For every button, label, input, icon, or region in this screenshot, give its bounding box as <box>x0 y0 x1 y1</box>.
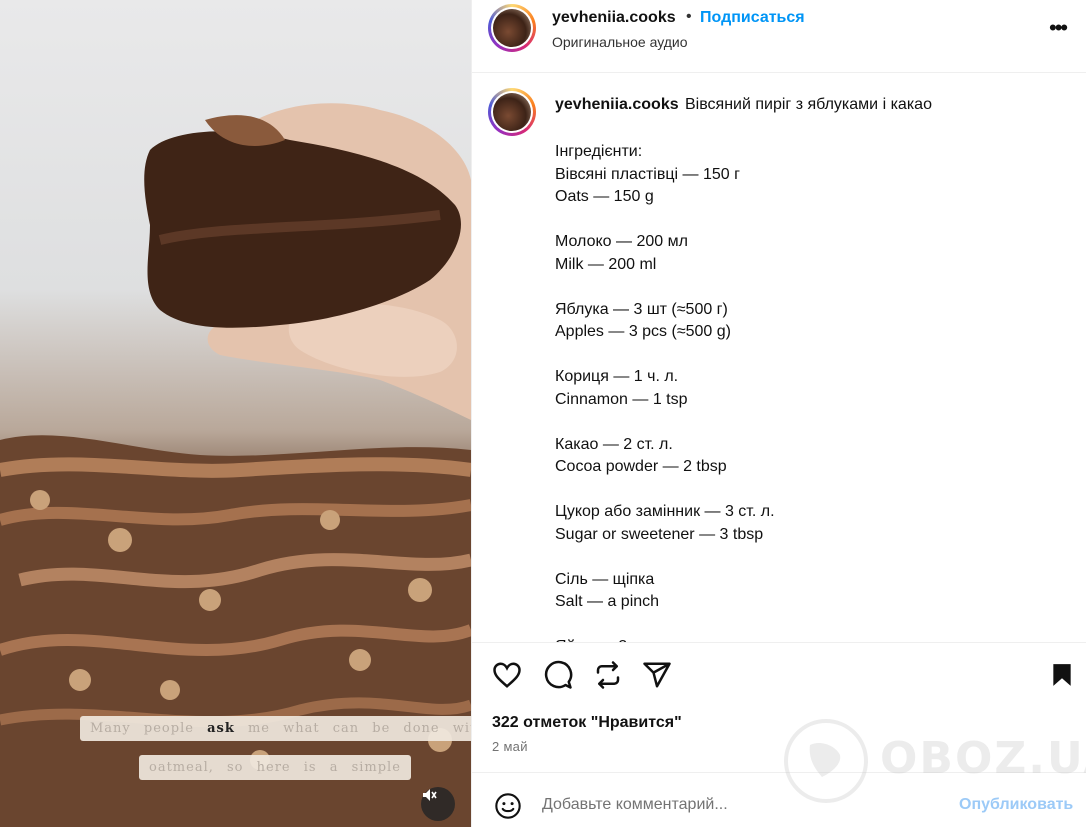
subtitle-text: oatmeal, so here is a simple <box>149 760 401 775</box>
speaker-muted-icon <box>423 789 437 801</box>
caption-body: Інгредієнти: Вівсяні пластівці — 150 г Oat… <box>555 141 1015 642</box>
share-send-icon[interactable] <box>642 660 672 690</box>
comment-bubble-icon[interactable] <box>543 660 573 690</box>
caption-username[interactable]: yevheniia.cooks <box>555 96 679 114</box>
caption-line: Oats — 150 g <box>555 188 654 205</box>
caption-comment: yevheniia.cooks Вівсяний пиріг з яблукам… <box>472 74 1086 642</box>
caption-line: Salt — a pinch <box>555 593 660 610</box>
follow-button[interactable]: Подписаться <box>700 9 805 27</box>
post-date[interactable]: 2 май <box>492 739 528 754</box>
caption-line: Cinnamon — 1 tsp <box>555 390 688 408</box>
caption-line: Какао — 2 ст. л. <box>555 435 673 453</box>
post-header: yevheniia.cooks • Подписаться Оригинальн… <box>472 0 1086 73</box>
caption-line: Milk — 200 ml <box>555 255 657 273</box>
repost-icon[interactable] <box>593 660 623 690</box>
post-details-panel: yevheniia.cooks • Подписаться Оригинальн… <box>471 0 1086 827</box>
caption-line: Інгредієнти: <box>555 143 643 160</box>
post-video[interactable]: Many people ask me what can be done with… <box>0 0 471 827</box>
like-heart-icon[interactable] <box>492 660 522 690</box>
caption-line: Sugar or sweetener — 3 tbsp <box>555 525 764 543</box>
caption-line: Apples — 3 pcs (≈500 g) <box>555 323 731 340</box>
add-comment-bar: Добавьте комментарий... Опубликовать <box>472 772 1086 827</box>
caption-line: Молоко — 200 мл <box>555 233 688 250</box>
caption-line: Вівсяні пластівці — 150 г <box>555 165 740 183</box>
author-avatar[interactable] <box>488 4 536 52</box>
caption-line: Cocoa powder — 2 tbsp <box>555 458 727 475</box>
video-subtitle-line-1: Many people ask me what can be done with <box>80 716 471 741</box>
caption-line: Яблука — 3 шт (≈500 г) <box>555 300 728 318</box>
mute-button[interactable] <box>421 787 455 821</box>
caption-line: Цукор або замінник — 3 ст. л. <box>555 503 775 520</box>
subtitle-text: Many people <box>90 721 194 736</box>
subtitle-highlight-word: ask <box>207 721 235 736</box>
caption-title: Вівсяний пиріг з яблуками і какао <box>685 96 932 113</box>
subtitle-text: me what can be done with <box>247 721 471 736</box>
audio-link[interactable]: Оригинальное аудио <box>552 34 688 50</box>
more-options-button[interactable]: ••• <box>1049 15 1068 41</box>
video-frame-illustration <box>0 103 471 827</box>
caption-line: Сіль — щіпка <box>555 570 655 588</box>
emoji-icon[interactable] <box>494 792 522 820</box>
likes-count[interactable]: 322 отметок "Нравится" <box>492 714 682 732</box>
post-actions: 322 отметок "Нравится" 2 май <box>472 642 1086 772</box>
publish-button[interactable]: Опубликовать <box>959 796 1073 814</box>
author-username[interactable]: yevheniia.cooks <box>552 9 676 27</box>
caption-line: Кориця — 1 ч. л. <box>555 368 679 385</box>
separator-dot: • <box>686 8 692 25</box>
video-subtitle-line-2: oatmeal, so here is a simple <box>139 755 411 780</box>
save-bookmark-icon[interactable] <box>1049 660 1075 690</box>
caption-author-avatar[interactable] <box>488 88 536 136</box>
comment-input[interactable]: Добавьте комментарий... <box>542 796 842 814</box>
